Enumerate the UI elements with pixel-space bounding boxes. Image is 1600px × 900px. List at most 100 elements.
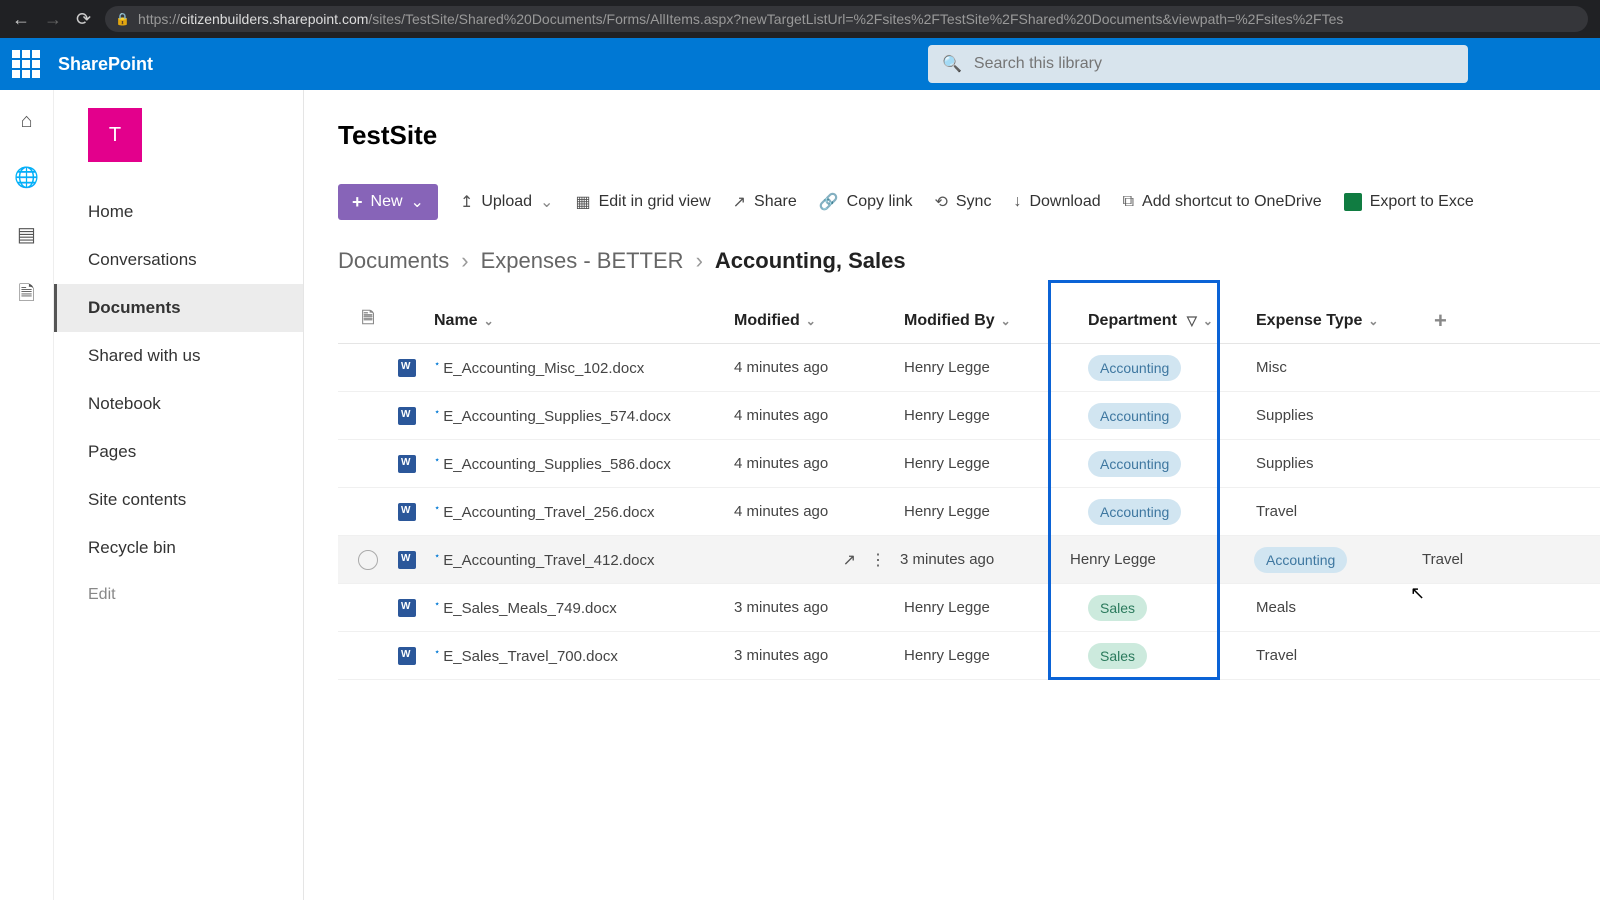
modified-cell: 3 minutes ago xyxy=(734,647,904,664)
edit-grid-button[interactable]: ▦Edit in grid view xyxy=(575,192,710,212)
add-column-button[interactable]: + xyxy=(1434,308,1474,334)
share-icon: ↗ xyxy=(733,192,746,212)
new-button[interactable]: +New⌄ xyxy=(338,184,438,220)
files-icon[interactable]: 🗎 xyxy=(18,279,34,313)
chevron-right-icon: › xyxy=(696,248,703,274)
file-name[interactable]: ⋆E_Sales_Meals_749.docx xyxy=(434,599,617,617)
chevron-down-icon: ⌄ xyxy=(484,314,494,328)
url-bar[interactable]: 🔒 https://citizenbuilders.sharepoint.com… xyxy=(105,6,1588,32)
expense-type-cell: Meals xyxy=(1234,599,1434,616)
file-name[interactable]: ⋆E_Accounting_Supplies_574.docx xyxy=(434,407,671,425)
table-row[interactable]: ⋆E_Accounting_Travel_412.docx ↗ ⋮ 3 minutes… xyxy=(338,536,1600,584)
word-icon xyxy=(398,647,416,665)
file-name[interactable]: ⋆E_Accounting_Travel_412.docx xyxy=(434,551,655,569)
new-indicator-icon: ⋆ xyxy=(434,407,440,418)
word-icon xyxy=(398,455,416,473)
globe-icon[interactable]: 🌐 xyxy=(14,165,39,190)
grid-icon: ▦ xyxy=(575,192,590,212)
shortcut-button[interactable]: ⧉Add shortcut to OneDrive xyxy=(1123,193,1322,211)
new-indicator-icon: ⋆ xyxy=(434,647,440,658)
chevron-down-icon: ⌄ xyxy=(1368,314,1378,328)
new-indicator-icon: ⋆ xyxy=(434,599,440,610)
new-indicator-icon: ⋆ xyxy=(434,551,440,562)
link-icon: 🔗 xyxy=(819,192,839,212)
upload-button[interactable]: ↥Upload⌄ xyxy=(460,192,554,212)
word-icon xyxy=(398,551,416,569)
sync-icon: ⟲ xyxy=(934,192,947,212)
share-icon[interactable]: ↗ xyxy=(843,550,856,570)
table-row[interactable]: ⋆E_Accounting_Travel_256.docx4 minutes a… xyxy=(338,488,1600,536)
modified-by-cell: Henry Legge xyxy=(904,503,1064,520)
nav-item-notebook[interactable]: Notebook xyxy=(54,380,303,428)
nav-item-home[interactable]: Home xyxy=(54,188,303,236)
table-row[interactable]: ⋆E_Accounting_Supplies_574.docx 4 minutes… xyxy=(338,392,1600,440)
expense-type-cell: Travel xyxy=(1234,647,1434,664)
modified-by-cell: Henry Legge xyxy=(904,599,1064,616)
table-row[interactable]: ⋆E_Sales_Travel_700.docx 3 minutes agoHen… xyxy=(338,632,1600,680)
app-launcher-icon[interactable] xyxy=(12,50,40,78)
expense-type-cell: Supplies xyxy=(1234,455,1434,472)
modified-cell: 3 minutes ago xyxy=(734,599,904,616)
file-name[interactable]: ⋆E_Accounting_Misc_102.docx xyxy=(434,359,644,377)
chevron-down-icon: ⌄ xyxy=(806,314,816,328)
word-icon xyxy=(398,359,416,377)
chevron-down-icon: ⌄ xyxy=(540,192,553,212)
new-indicator-icon: ⋆ xyxy=(434,359,440,370)
expense-type-cell: Supplies xyxy=(1234,407,1434,424)
share-button[interactable]: ↗Share xyxy=(733,192,797,212)
breadcrumb: Documents › Expenses - BETTER › Accounti… xyxy=(304,248,1600,274)
file-name[interactable]: ⋆E_Accounting_Travel_256.docx xyxy=(434,503,655,521)
nav-item-documents[interactable]: Documents xyxy=(54,284,303,332)
crumb-expenses[interactable]: Expenses - BETTER xyxy=(481,248,684,274)
column-modified[interactable]: Modified⌄ xyxy=(734,312,904,330)
expense-type-cell: Travel xyxy=(1400,551,1600,568)
sync-button[interactable]: ⟲Sync xyxy=(934,192,991,212)
search-icon: 🔍 xyxy=(942,54,962,74)
column-modified-by[interactable]: Modified By⌄ xyxy=(904,312,1064,330)
modified-cell: 4 minutes ago xyxy=(734,455,904,472)
command-bar: +New⌄ ↥Upload⌄ ▦Edit in grid view ↗Share… xyxy=(304,180,1600,224)
nav-item-recycle-bin[interactable]: Recycle bin xyxy=(54,524,303,572)
file-name[interactable]: ⋆E_Sales_Travel_700.docx xyxy=(434,647,618,665)
nav-item-site-contents[interactable]: Site contents xyxy=(54,476,303,524)
search-box[interactable]: 🔍 xyxy=(928,45,1468,83)
column-name[interactable]: Name⌄ xyxy=(434,312,734,330)
export-excel-button[interactable]: Export to Exce xyxy=(1344,193,1474,211)
app-rail: ⌂ 🌐 ▤ 🗎 xyxy=(0,90,54,900)
suite-title[interactable]: SharePoint xyxy=(58,54,153,75)
nav-item-pages[interactable]: Pages xyxy=(54,428,303,476)
site-logo[interactable]: T xyxy=(88,108,142,162)
table-row[interactable]: ⋆E_Accounting_Supplies_586.docx 4 minutes… xyxy=(338,440,1600,488)
select-circle[interactable] xyxy=(358,550,378,570)
new-indicator-icon: ⋆ xyxy=(434,455,440,466)
table-row[interactable]: ⋆E_Accounting_Misc_102.docx4 minutes ago… xyxy=(338,344,1600,392)
forward-button[interactable]: → xyxy=(44,9,62,30)
nav-item-shared-with-us[interactable]: Shared with us xyxy=(54,332,303,380)
suite-bar: SharePoint 🔍 xyxy=(0,38,1600,90)
search-input[interactable] xyxy=(974,55,1454,73)
nav-edit[interactable]: Edit xyxy=(54,572,303,618)
reload-button[interactable]: ⟳ xyxy=(76,9,91,30)
chevron-right-icon: › xyxy=(461,248,468,274)
upload-icon: ↥ xyxy=(460,192,473,212)
home-icon[interactable]: ⌂ xyxy=(20,110,32,133)
expense-type-cell: Misc xyxy=(1234,359,1434,376)
site-title[interactable]: TestSite xyxy=(338,120,437,151)
nav-item-conversations[interactable]: Conversations xyxy=(54,236,303,284)
copy-link-button[interactable]: 🔗Copy link xyxy=(819,192,913,212)
back-button[interactable]: ← xyxy=(12,9,30,30)
more-icon[interactable]: ⋮ xyxy=(870,550,886,570)
crumb-documents[interactable]: Documents xyxy=(338,248,449,274)
news-icon[interactable]: ▤ xyxy=(17,222,36,247)
column-expense-type[interactable]: Expense Type⌄ xyxy=(1234,312,1434,330)
modified-by-cell: Henry Legge xyxy=(904,647,1064,664)
excel-icon xyxy=(1344,193,1362,211)
department-pill[interactable]: Accounting xyxy=(1254,547,1347,573)
modified-cell: 3 minutes ago xyxy=(900,551,1070,568)
modified-cell: 4 minutes ago xyxy=(734,407,904,424)
file-name[interactable]: ⋆E_Accounting_Supplies_586.docx xyxy=(434,455,671,473)
download-button[interactable]: ↓Download xyxy=(1013,193,1100,211)
lock-icon: 🔒 xyxy=(115,12,130,26)
download-icon: ↓ xyxy=(1013,193,1021,211)
new-indicator-icon: ⋆ xyxy=(434,503,440,514)
